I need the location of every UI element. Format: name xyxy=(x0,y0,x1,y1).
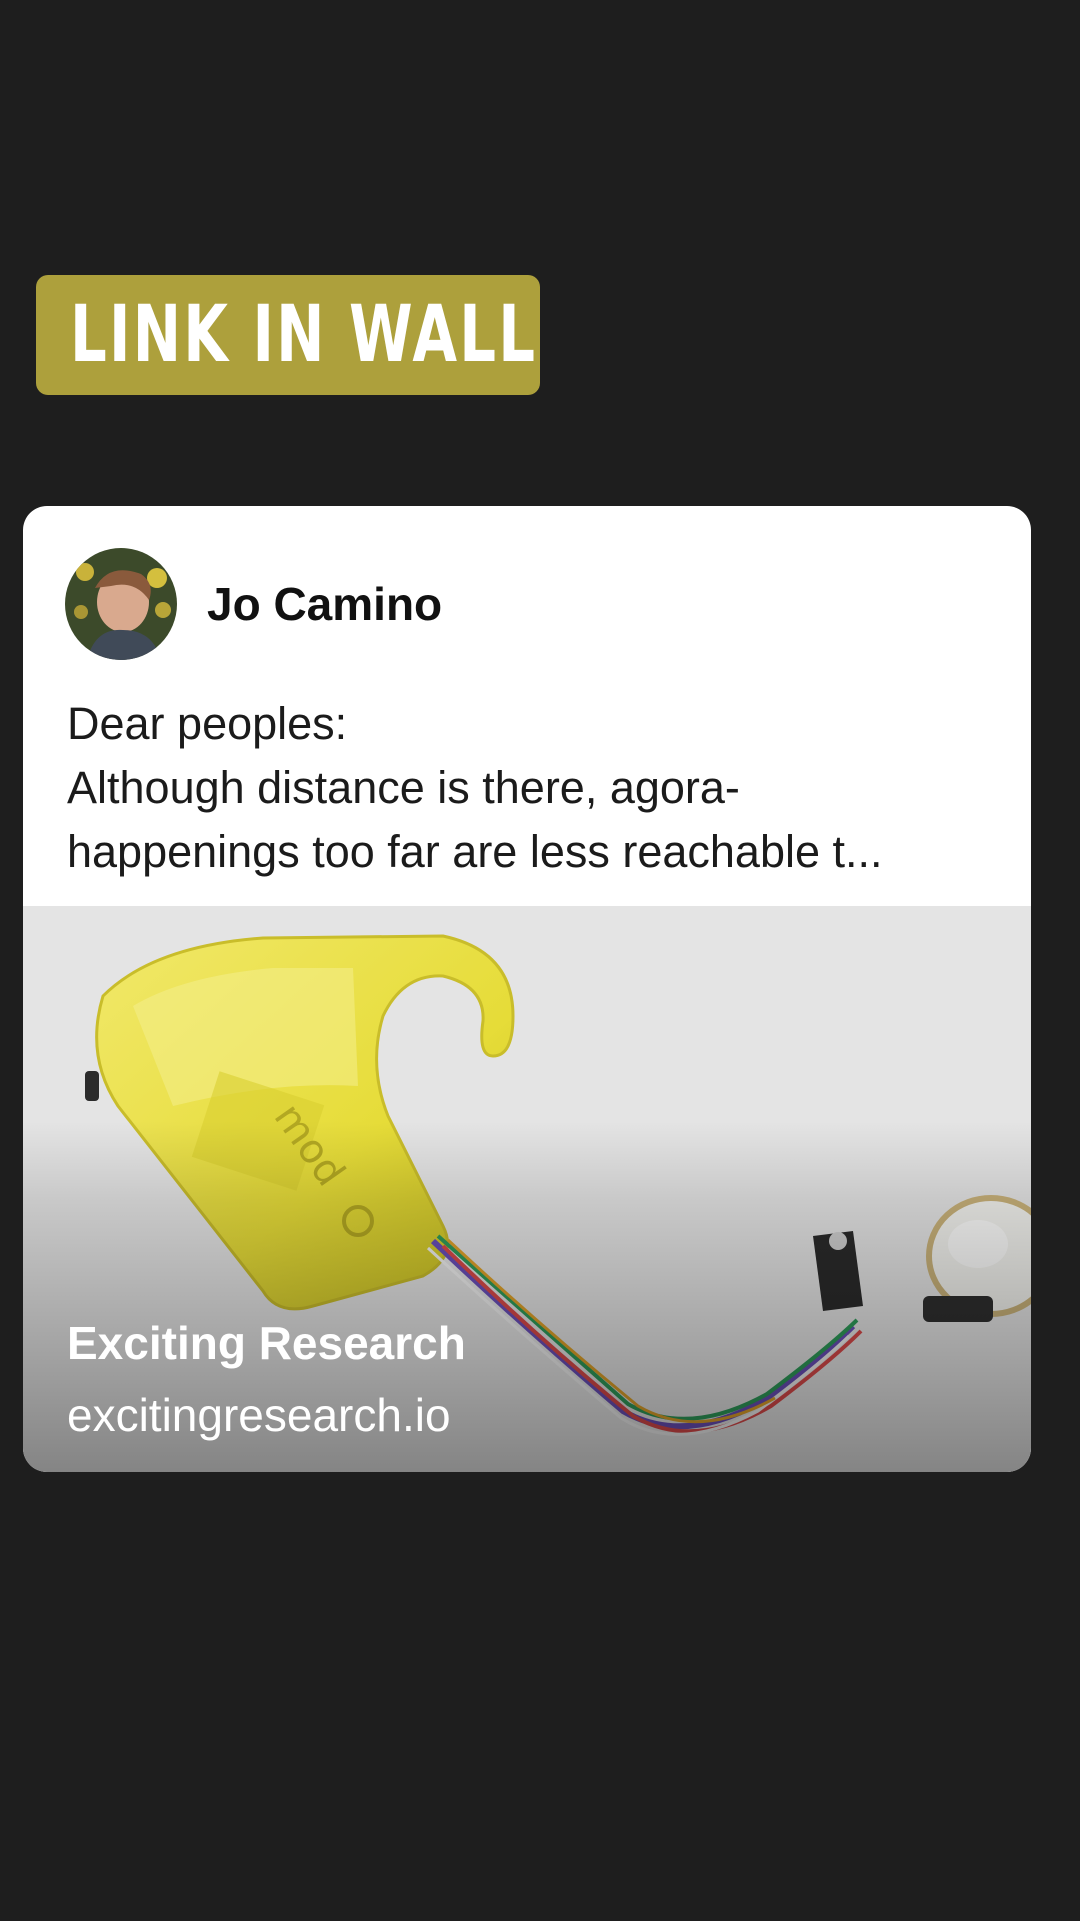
post-text-line: Although distance is there, agora- xyxy=(67,762,740,813)
link-preview-title[interactable]: Exciting Research xyxy=(67,1316,466,1370)
post-text-line: happenings too far are less reachable t.… xyxy=(67,826,883,877)
author-name[interactable]: Jo Camino xyxy=(207,577,442,631)
post-text: Dear peoples: Although distance is there… xyxy=(67,692,1007,884)
post-author-row[interactable]: Jo Camino xyxy=(65,548,442,660)
link-preview[interactable]: mod Exciting Research excitingresearch.i… xyxy=(23,906,1031,1472)
avatar[interactable] xyxy=(65,548,177,660)
post-text-line: Dear peoples: xyxy=(67,698,348,749)
banner-label: LINK IN WALL xyxy=(70,290,538,380)
link-preview-domain[interactable]: excitingresearch.io xyxy=(67,1388,451,1442)
post-card[interactable]: Jo Camino Dear peoples: Although distanc… xyxy=(23,506,1031,1472)
link-in-wall-banner: LINK IN WALL xyxy=(36,275,540,395)
user-avatar-photo-icon xyxy=(65,548,177,660)
